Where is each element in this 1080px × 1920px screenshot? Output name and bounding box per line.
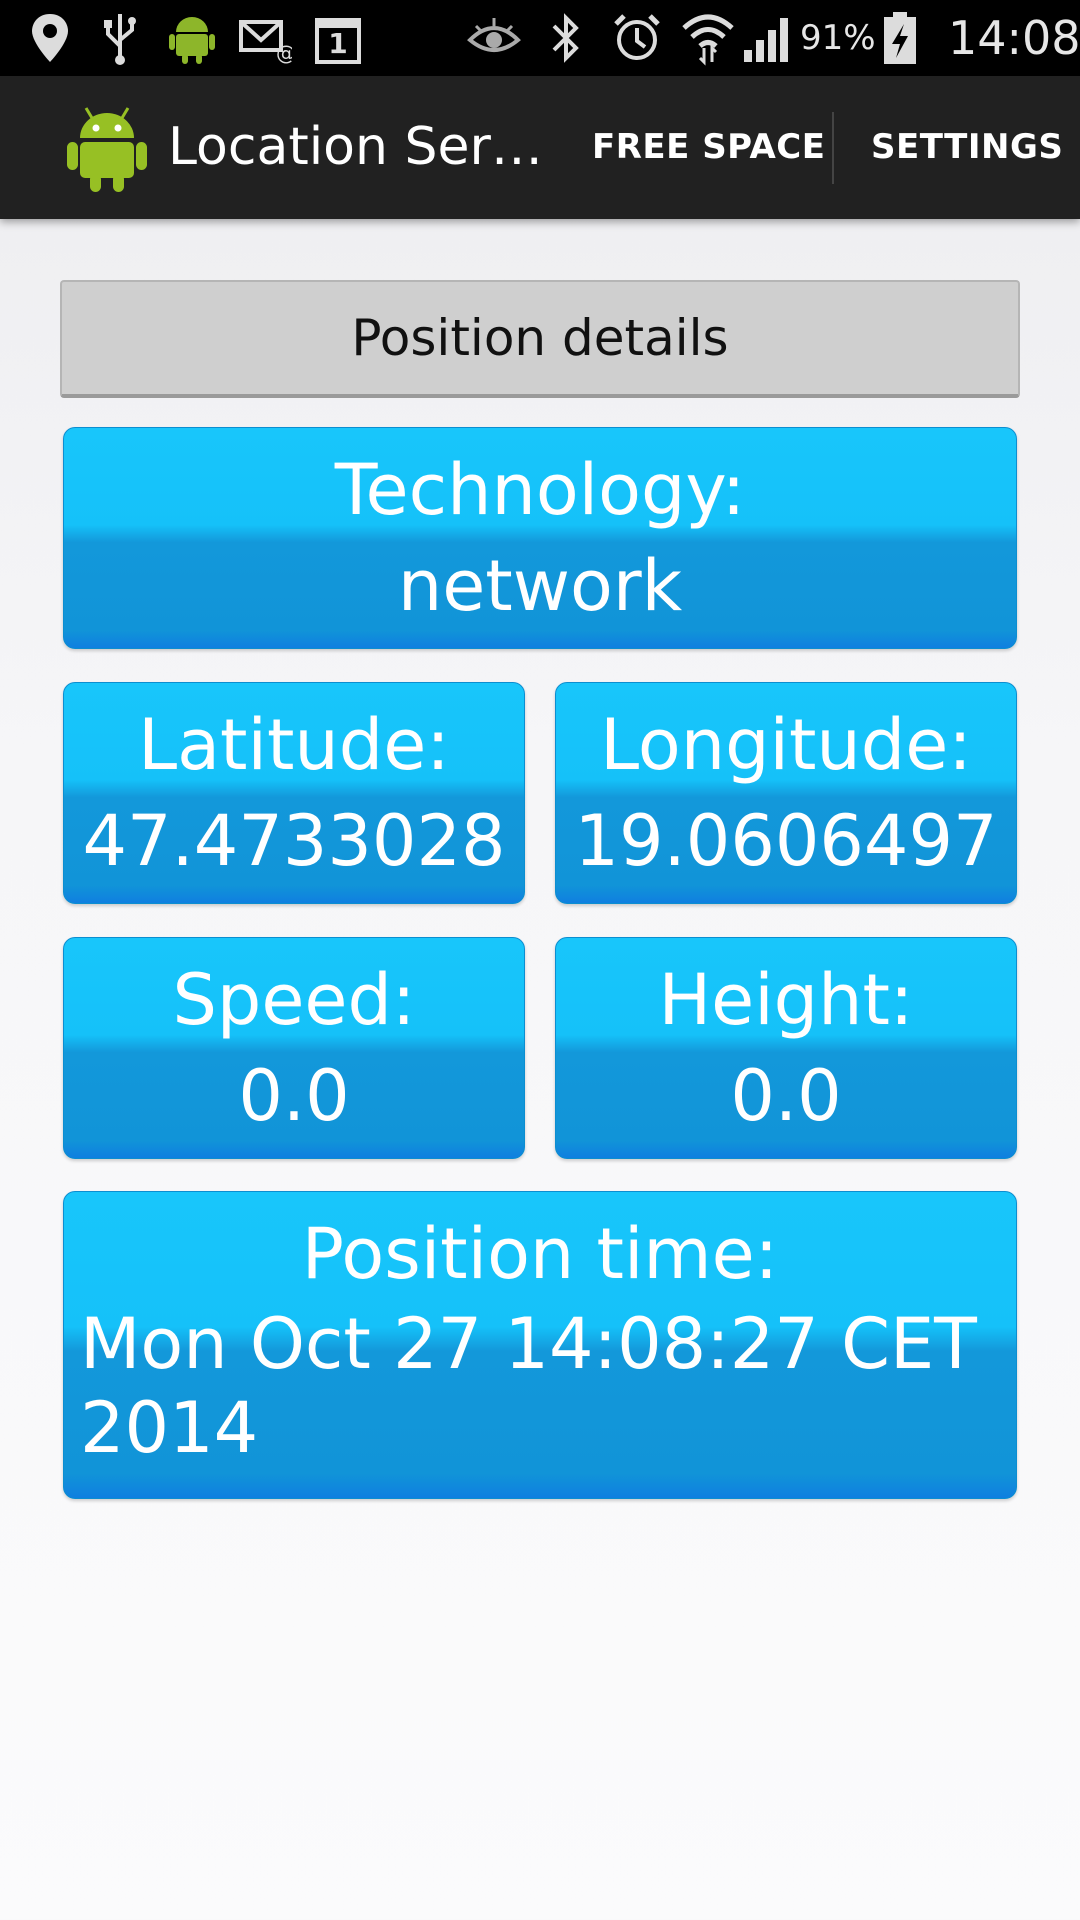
action-divider (832, 112, 834, 184)
action-bar: Location Ser… FREE SPACE SETTINGS (0, 76, 1080, 219)
technology-tile[interactable]: Technology: network (63, 427, 1017, 649)
position-details-button[interactable]: Position details (60, 280, 1020, 398)
clock: 14:08 (948, 11, 1080, 65)
status-bar: @ 1 91% 14:08 (0, 0, 1080, 76)
technology-value: network (397, 545, 683, 627)
position-time-value: Mon Oct 27 14:08:27 CET 2014 (80, 1303, 977, 1469)
height-label: Height: (658, 959, 914, 1041)
speed-tile[interactable]: Speed: 0.0 (63, 937, 525, 1159)
settings-button[interactable]: SETTINGS (871, 76, 1063, 219)
battery-charging-icon (884, 12, 916, 64)
calendar-day-text: 1 (328, 27, 348, 60)
speed-value: 0.0 (238, 1055, 350, 1137)
battery-percent: 91% (800, 18, 876, 58)
latitude-label: Latitude: (138, 704, 450, 786)
location-pin-icon (32, 14, 68, 62)
app-title: Location Ser… (168, 117, 543, 177)
email-icon: @ (239, 20, 292, 65)
latitude-value: 47.4733028 (82, 800, 506, 882)
position-time-label: Position time: (301, 1213, 779, 1295)
alarm-icon (614, 14, 660, 60)
calendar-icon: 1 (314, 10, 362, 66)
svg-text:@: @ (276, 41, 292, 65)
technology-label: Technology: (334, 449, 746, 531)
height-tile[interactable]: Height: 0.0 (555, 937, 1017, 1159)
longitude-value: 19.0606497 (574, 800, 998, 882)
android-icon (169, 17, 215, 64)
height-value: 0.0 (730, 1055, 842, 1137)
signal-icon (744, 18, 788, 62)
position-time-tile[interactable]: Position time: Mon Oct 27 14:08:27 CET 2… (63, 1191, 1017, 1499)
wifi-icon (682, 14, 734, 66)
longitude-tile[interactable]: Longitude: 19.0606497 (555, 682, 1017, 904)
latitude-tile[interactable]: Latitude: 47.4733028 (63, 682, 525, 904)
usb-icon (104, 14, 136, 65)
free-space-button[interactable]: FREE SPACE (592, 76, 825, 219)
app-android-icon[interactable] (66, 98, 148, 194)
longitude-label: Longitude: (600, 704, 972, 786)
bluetooth-icon (552, 13, 579, 63)
speed-label: Speed: (172, 959, 416, 1041)
eye-icon (467, 18, 521, 52)
